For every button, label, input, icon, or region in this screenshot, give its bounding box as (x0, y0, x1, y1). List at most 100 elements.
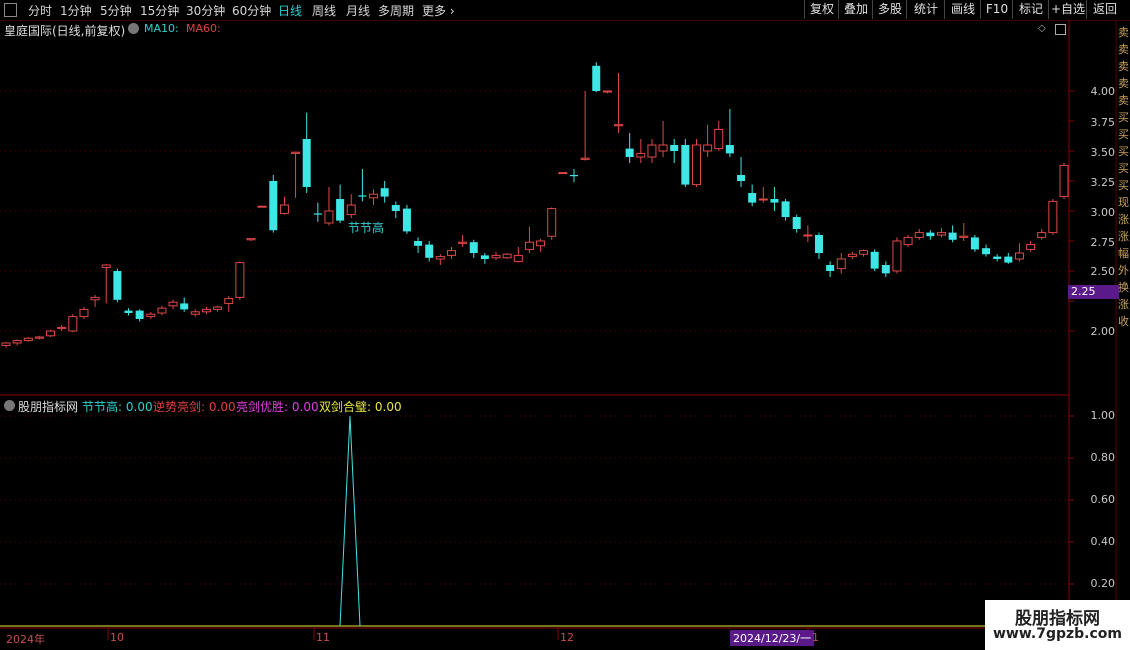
candle (547, 207, 557, 240)
candle-body (246, 238, 256, 241)
jiejiegao-spike (339, 415, 361, 627)
candle (257, 205, 267, 208)
candle (246, 238, 256, 241)
candle-body (1037, 232, 1047, 238)
price-tick: 3.50 (1090, 146, 1116, 159)
price-tick: 3.75 (1090, 116, 1116, 129)
candle-body (380, 188, 389, 197)
indicator-value: 0.00 (125, 400, 153, 414)
candle-body (513, 254, 523, 262)
candle (892, 237, 902, 274)
candle (569, 169, 578, 183)
candle-body (425, 244, 434, 258)
candle-body (781, 201, 790, 217)
candle-body (636, 152, 646, 158)
candle-body (1048, 200, 1058, 234)
candle (435, 254, 445, 265)
candle (235, 261, 245, 300)
candle-body (914, 232, 924, 238)
candle (291, 151, 301, 198)
candle-body (536, 240, 546, 247)
candle (302, 112, 311, 193)
price-tick: 2.50 (1090, 265, 1116, 278)
indicator-settings-icon[interactable] (4, 400, 15, 411)
candle (1026, 241, 1036, 252)
candle (814, 232, 823, 259)
candle-body (313, 213, 322, 215)
candle (647, 139, 657, 163)
candle-body (948, 232, 957, 240)
candle-body (135, 310, 144, 319)
price-tick: 3.25 (1090, 176, 1116, 189)
candle (803, 225, 813, 243)
candle (336, 184, 345, 223)
candle-body (1059, 164, 1069, 198)
indicator-jiejiegao: 节节高: 0.00 (82, 398, 153, 415)
cursor-date-badge: 2024/12/23/一 (730, 630, 815, 646)
candle (748, 184, 757, 207)
candle (993, 254, 1002, 262)
candle (847, 251, 857, 259)
candle-body (580, 157, 590, 160)
candle (536, 238, 546, 252)
price-tick: 2.75 (1090, 236, 1116, 249)
candle-body (446, 250, 456, 256)
candle-body (180, 303, 189, 310)
candle (614, 73, 624, 133)
candle (881, 261, 890, 277)
candle (982, 244, 991, 257)
candle (34, 335, 44, 340)
price-tick: 4.00 (1090, 85, 1116, 98)
candle-body (547, 208, 557, 237)
x-label-dec: 12 (560, 631, 574, 644)
candle-body (959, 235, 969, 238)
candle (502, 253, 512, 259)
candle (703, 124, 713, 157)
x-label-jan: 1 (812, 631, 819, 644)
candle-body (168, 301, 178, 307)
candle-body (647, 144, 657, 158)
indicator-nishi: 逆势亮剑: 0.00 (153, 398, 236, 415)
indicator-shuangjian: 双剑合璧: 0.00 (319, 398, 402, 415)
candle-body (1, 342, 11, 346)
watermark-line2: www.7gpzb.com (992, 626, 1122, 642)
candle-body (1026, 244, 1036, 250)
candle-body (68, 316, 78, 332)
candle (90, 295, 100, 307)
candle-body (993, 256, 1002, 259)
candle-body (391, 205, 400, 211)
candle (770, 187, 779, 211)
candle (658, 121, 668, 157)
indicator-title: 股朋指标网 (18, 400, 79, 414)
candle-body (469, 242, 478, 253)
candle (190, 309, 200, 317)
candle-body (792, 217, 801, 229)
candle-body (12, 340, 22, 344)
candle-body (79, 308, 89, 318)
candle-body (714, 128, 724, 150)
candle-body (46, 330, 56, 337)
candle-body (758, 198, 768, 201)
candle-body (524, 241, 534, 250)
candle-body (279, 204, 289, 214)
candle-body (157, 307, 167, 314)
candle-body (691, 144, 701, 186)
candle-body (725, 145, 734, 154)
candle-body (57, 326, 67, 330)
candle-body (614, 124, 624, 127)
candle (580, 91, 590, 161)
indicator-label: 节节高: (82, 400, 123, 414)
candle (836, 253, 846, 274)
candle-body (491, 254, 501, 259)
indicator-label: 亮剑优胜: (236, 400, 289, 414)
candle-body (892, 240, 902, 272)
candle (859, 249, 869, 257)
candle (79, 307, 89, 319)
candle-body (435, 256, 445, 260)
candle (346, 194, 356, 219)
candle (446, 247, 456, 259)
kline-chart[interactable] (0, 0, 1130, 650)
candle (1048, 199, 1058, 235)
candle (101, 263, 111, 304)
candle-body (414, 241, 423, 246)
